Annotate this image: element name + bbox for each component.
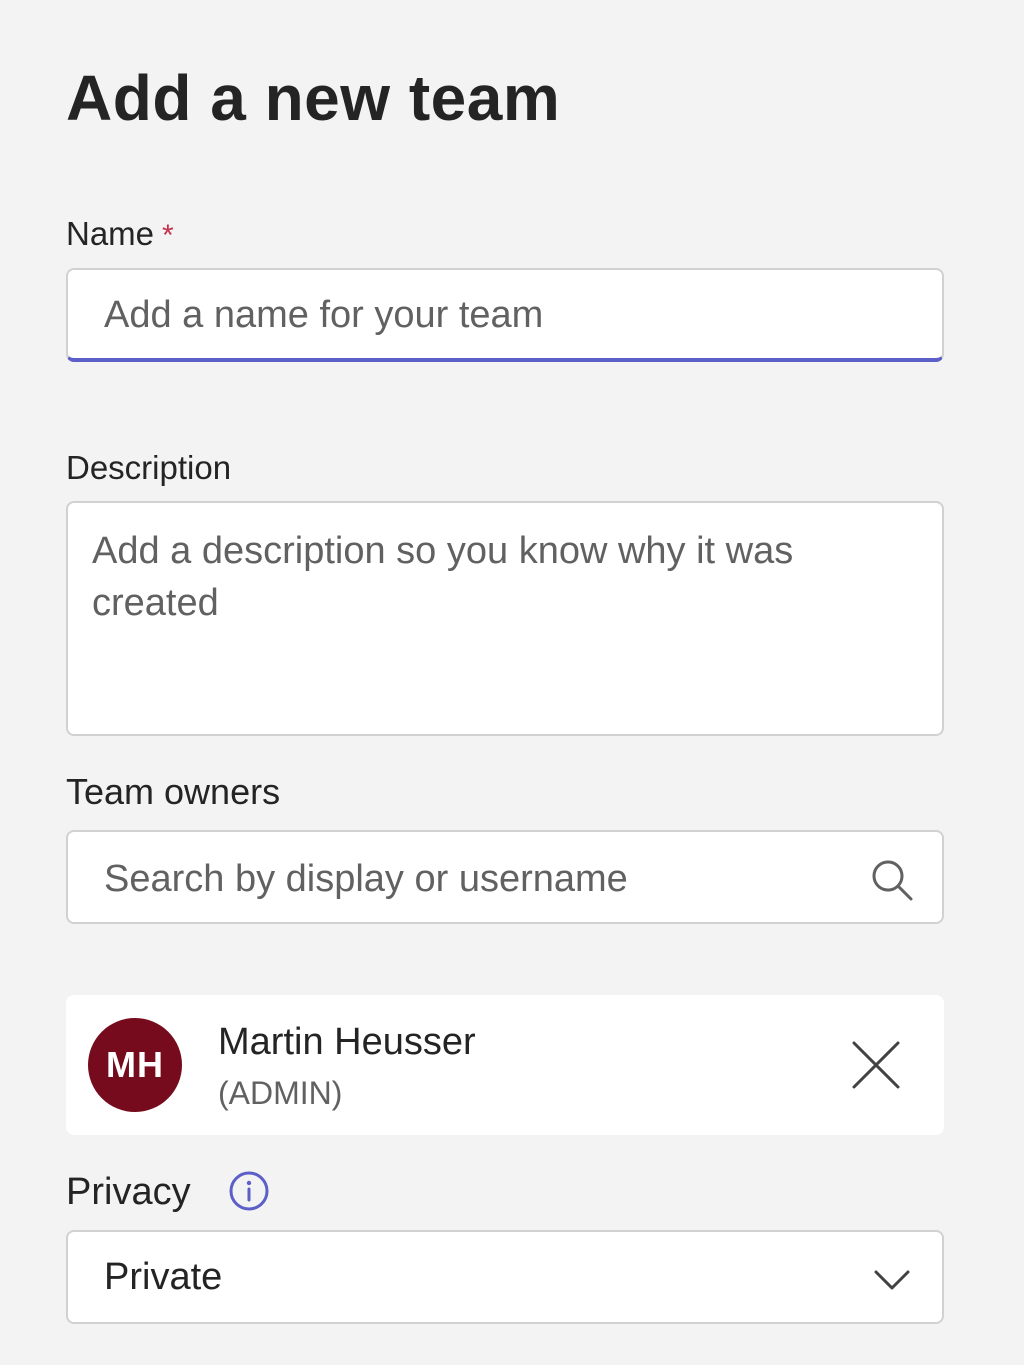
required-marker: *	[162, 219, 174, 252]
owner-search-input[interactable]: Search by display or username	[66, 830, 944, 924]
owner-role: (ADMIN)	[218, 1075, 343, 1111]
owner-card: MH Martin Heusser (ADMIN)	[66, 995, 944, 1135]
chevron-down-icon	[874, 1270, 910, 1290]
privacy-label: Privacy	[66, 1171, 191, 1213]
privacy-selected-value: Private	[104, 1256, 223, 1298]
name-label-text: Name	[66, 215, 155, 252]
owner-search-placeholder: Search by display or username	[104, 858, 628, 900]
description-label: Description	[66, 449, 232, 486]
info-icon[interactable]	[228, 1170, 270, 1212]
description-input[interactable]: Add a description so you know why it was…	[66, 501, 944, 736]
name-input[interactable]: Add a name for your team	[66, 268, 944, 362]
team-owners-label: Team owners	[66, 771, 281, 812]
owner-name: Martin Heusser	[218, 1021, 476, 1063]
search-icon[interactable]	[868, 856, 916, 904]
name-input-placeholder: Add a name for your team	[104, 294, 544, 336]
name-label: Name *	[66, 214, 174, 256]
page-title: Add a new team	[66, 62, 561, 134]
privacy-dropdown[interactable]: Private	[66, 1230, 944, 1324]
add-team-panel: Add a new team Name * Add a name for your…	[0, 0, 1024, 1365]
avatar: MH	[88, 1018, 182, 1112]
remove-owner-close-icon[interactable]	[848, 1037, 904, 1093]
description-input-placeholder: Add a description so you know why it was…	[92, 530, 794, 624]
